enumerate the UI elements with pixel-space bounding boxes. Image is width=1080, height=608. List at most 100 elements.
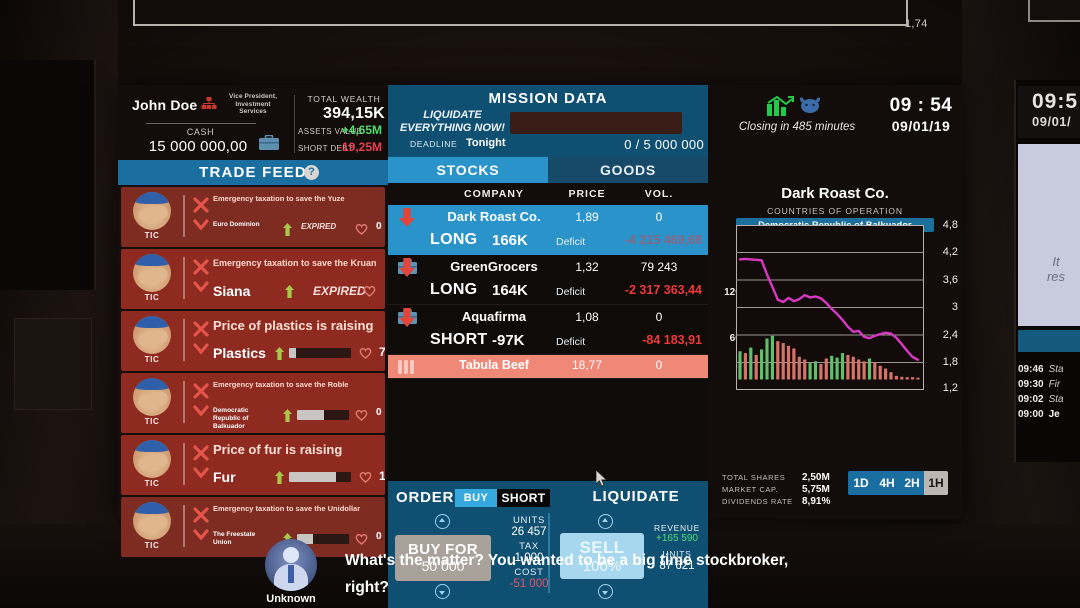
trend-up-icon xyxy=(285,285,294,298)
timeframe-1h[interactable]: 1H xyxy=(924,471,948,495)
volume-bar xyxy=(738,351,742,380)
bar-chart-icon xyxy=(767,95,794,116)
help-icon[interactable]: ? xyxy=(304,165,319,180)
feed-entity: Euro Dominion xyxy=(213,221,260,228)
log-item: 09:02 Sta xyxy=(1018,392,1080,407)
heart-icon xyxy=(363,285,376,297)
tab-stocks[interactable]: STOCKS xyxy=(388,157,548,183)
price-tick: 3,6 xyxy=(942,274,958,286)
stat-value: 5,75M xyxy=(802,484,830,495)
dialogue-box: Unknown What's the matter? You wanted to… xyxy=(250,535,830,605)
timeframe-selector[interactable]: 1D 4H 2H 1H xyxy=(848,471,948,495)
feed-entity: Fur xyxy=(213,469,236,485)
close-icon[interactable] xyxy=(193,321,209,337)
stock-row-container[interactable]: Dark Roast Co. 1,89 0 LONG 166K Deficit -4 215… xyxy=(388,205,708,379)
feed-count: 16,08K xyxy=(379,469,385,483)
trend-up-icon xyxy=(275,471,284,484)
timeframe-2h[interactable]: 2H xyxy=(900,471,924,495)
right-column: Closing in 485 minutes 09 : 54 09/01/19 … xyxy=(708,85,962,519)
feed-count: 0 xyxy=(376,407,382,418)
order-tab-short[interactable]: SHORT xyxy=(497,489,550,507)
org-chart-icon xyxy=(201,97,217,109)
chevron-down-icon[interactable] xyxy=(193,529,209,541)
trade-feed-item[interactable]: TIC Price of plastics is raising Plastics 7… xyxy=(121,311,385,371)
log-time: 09:02 xyxy=(1018,394,1044,405)
close-icon[interactable] xyxy=(193,197,209,213)
mission-progress-bar xyxy=(510,112,682,134)
avatar-hat xyxy=(133,440,171,452)
feed-headline: Emergency taxation to save the Yuze xyxy=(213,194,345,203)
volume-bar xyxy=(905,377,909,380)
volume-bar xyxy=(749,347,753,380)
close-icon[interactable] xyxy=(193,445,209,461)
game-screen: 1,74 09:5 09/01/ It res 09:46 Sta 09:30 Fi… xyxy=(0,0,1080,608)
timeframe-4h[interactable]: 4H xyxy=(874,471,900,495)
close-icon[interactable] xyxy=(193,259,209,275)
table-row[interactable]: Tabula Beef 18,77 0 xyxy=(388,355,708,379)
row-volume: 0 xyxy=(655,210,663,224)
trade-feed-list[interactable]: TIC Emergency taxation to save the Yuze Eu… xyxy=(118,185,388,557)
arrow-up-icon xyxy=(439,517,445,522)
feed-avatar xyxy=(133,502,171,540)
chevron-down-icon[interactable] xyxy=(193,467,209,479)
trend-down-icon xyxy=(399,208,415,227)
volume-bar xyxy=(878,365,882,380)
chevron-down-icon[interactable] xyxy=(193,343,209,355)
volume-bar xyxy=(900,376,904,380)
volume-bar xyxy=(851,356,855,380)
liquidate-increase-button[interactable] xyxy=(598,514,613,529)
log-text: Fir xyxy=(1048,379,1061,390)
feed-headline: Price of fur is raising xyxy=(213,442,343,457)
col-price: PRICE xyxy=(568,188,606,200)
feed-subrow: Euro Dominion EXPIRED 0 xyxy=(213,219,385,241)
col-company: COMPANY xyxy=(464,188,524,200)
stock-table-header: COMPANY PRICE VOL. xyxy=(388,183,708,205)
trade-feed-item[interactable]: TIC Emergency taxation to save the Roble D… xyxy=(121,373,385,433)
dialogue-text: What's the matter? You wanted to be a bi… xyxy=(345,552,789,596)
order-increase-button[interactable] xyxy=(435,514,450,529)
volume-bar xyxy=(911,377,915,380)
close-icon[interactable] xyxy=(193,507,209,523)
secondary-document-line-2: res xyxy=(1046,269,1066,284)
secondary-document-line-1: It xyxy=(1052,254,1060,269)
avatar-hat xyxy=(133,378,171,390)
log-text: Je xyxy=(1048,409,1060,420)
trade-feed-item[interactable]: TIC Emergency taxation to save the Yuze Eu… xyxy=(121,187,385,247)
feed-divider xyxy=(183,381,185,423)
handshake-icon xyxy=(136,514,170,534)
price-tick: 4,2 xyxy=(942,246,958,258)
feed-subrow: Fur 16,08K xyxy=(213,467,385,489)
table-row[interactable]: Aquafirma 1,08 0 SHORT -97K Deficit -84 183,91 xyxy=(388,305,708,374)
avatar-head xyxy=(283,547,299,563)
deficit-label: Deficit xyxy=(556,336,586,348)
speaker-name: Unknown xyxy=(266,593,316,605)
price-tick: 1,2 xyxy=(942,382,958,394)
handshake-icon xyxy=(136,328,170,348)
table-row[interactable]: GreenGrocers 1,32 79 243 LONG 164K Deficit -2 … xyxy=(388,255,708,324)
table-row[interactable]: Dark Roast Co. 1,89 0 LONG 166K Deficit -4 215… xyxy=(388,205,708,274)
row-price: 1,08 xyxy=(575,310,599,324)
feed-count: 7,01K xyxy=(379,345,385,359)
bull-icon xyxy=(799,97,821,113)
total-wealth-label: TOTAL WEALTH xyxy=(307,94,381,104)
tab-goods[interactable]: GOODS xyxy=(548,157,708,183)
trend-up-icon xyxy=(275,347,284,360)
trade-feed-item[interactable]: TIC Emergency taxation to save the Kruan S… xyxy=(121,249,385,309)
chevron-down-icon[interactable] xyxy=(193,219,209,231)
chevron-down-icon[interactable] xyxy=(193,281,209,293)
timeframe-1d[interactable]: 1D xyxy=(848,471,874,495)
trade-feed-item[interactable]: TIC Price of fur is raising Fur 16,08K xyxy=(121,435,385,495)
chevron-down-icon[interactable] xyxy=(193,405,209,417)
price-tick: 1,8 xyxy=(942,356,958,368)
stock-table: COMPANY PRICE VOL. Dark Roast Co. 1,89 0 LO… xyxy=(388,183,708,481)
chart-plot xyxy=(736,225,924,390)
row-volume: 0 xyxy=(655,358,663,372)
feed-avatar xyxy=(133,192,171,230)
order-tab-buy[interactable]: BUY xyxy=(455,489,497,507)
close-icon[interactable] xyxy=(193,383,209,399)
volume-bar xyxy=(760,349,764,380)
player-name: John Doe xyxy=(132,97,198,113)
price-tick: 4,8 xyxy=(942,219,958,231)
feed-source: TIC xyxy=(144,541,160,550)
feed-source: TIC xyxy=(144,231,160,240)
